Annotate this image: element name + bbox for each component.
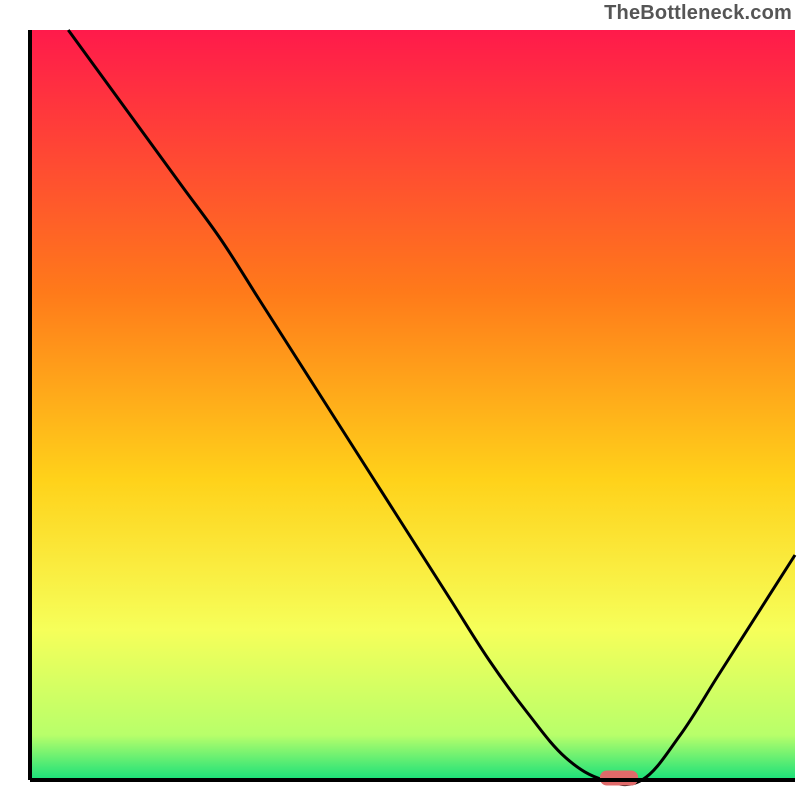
- plot-background: [30, 30, 795, 780]
- chart-container: TheBottleneck.com: [0, 0, 800, 800]
- bottleneck-chart: [0, 0, 800, 800]
